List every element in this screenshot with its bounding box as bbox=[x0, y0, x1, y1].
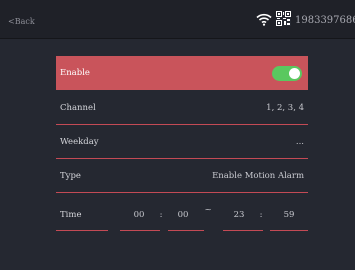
time-label: Time bbox=[60, 210, 82, 220]
toggle-knob bbox=[289, 67, 300, 79]
settings-list: Enable Channel 1, 2, 3, 4 Weekday ... Ty… bbox=[56, 56, 308, 193]
end-minute-underline bbox=[270, 230, 308, 231]
weekday-label: Weekday bbox=[60, 137, 99, 147]
start-minute-underline bbox=[168, 230, 204, 231]
start-minute-field[interactable]: 00 bbox=[170, 210, 196, 220]
channel-row[interactable]: Channel 1, 2, 3, 4 bbox=[56, 91, 308, 125]
wifi-icon bbox=[256, 11, 272, 30]
device-id: 1983397686 bbox=[295, 14, 355, 26]
end-minute-field[interactable]: 59 bbox=[276, 210, 302, 220]
range-separator: ~ bbox=[204, 205, 212, 215]
enable-label: Enable bbox=[60, 68, 90, 78]
end-hour-field[interactable]: 23 bbox=[226, 210, 252, 220]
start-hour-underline bbox=[120, 230, 160, 231]
end-hour-underline bbox=[223, 230, 263, 231]
start-hour-field[interactable]: 00 bbox=[126, 210, 152, 220]
time-label-underline bbox=[56, 230, 108, 231]
back-button[interactable]: <Back bbox=[8, 17, 35, 26]
type-row[interactable]: Type Enable Motion Alarm bbox=[56, 159, 308, 193]
top-bar: <Back 1983397686 bbox=[0, 0, 355, 39]
row-divider bbox=[56, 192, 308, 193]
type-value: Enable Motion Alarm bbox=[212, 171, 304, 181]
time-row: Time 00 : 00 ~ 23 : 59 bbox=[56, 197, 308, 231]
type-label: Type bbox=[60, 171, 81, 181]
channel-label: Channel bbox=[60, 103, 96, 113]
channel-value: 1, 2, 3, 4 bbox=[266, 103, 304, 113]
time-colon: : bbox=[259, 210, 263, 220]
enable-row[interactable]: Enable bbox=[56, 56, 308, 90]
qr-code-icon[interactable] bbox=[276, 10, 291, 30]
enable-toggle[interactable] bbox=[272, 65, 302, 81]
weekday-value: ... bbox=[295, 137, 304, 147]
status-area: 1983397686 bbox=[256, 10, 355, 30]
weekday-row[interactable]: Weekday ... bbox=[56, 125, 308, 159]
time-colon: : bbox=[159, 210, 163, 220]
